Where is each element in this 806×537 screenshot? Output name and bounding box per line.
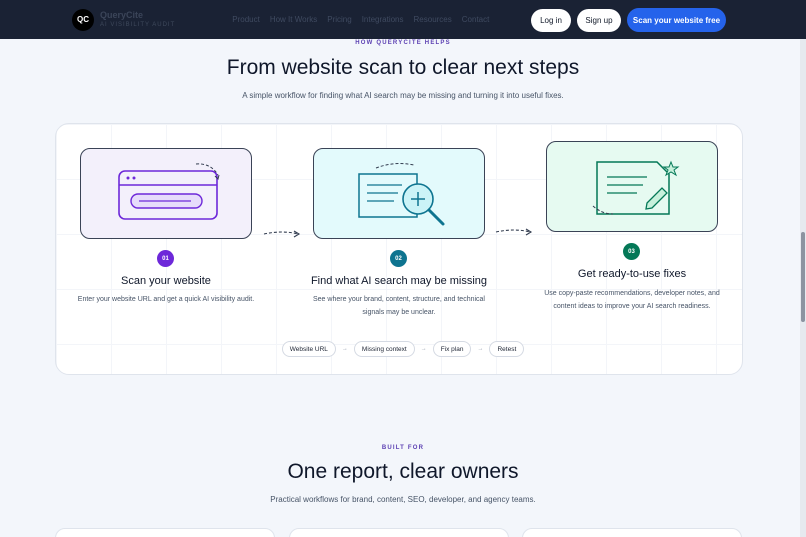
step-2-number: 02 bbox=[390, 250, 407, 267]
step-1-illustration bbox=[80, 148, 252, 239]
chip-website-url: Website URL bbox=[281, 341, 336, 357]
edit-document-icon bbox=[592, 160, 680, 215]
workflow-card: 01 02 03 Scan your website Find what AI … bbox=[55, 123, 743, 375]
nav-link-pricing[interactable]: Pricing bbox=[327, 15, 351, 24]
step-3-description: Use copy-paste recommendations, develope… bbox=[544, 290, 720, 310]
chip-separator: → bbox=[341, 346, 348, 352]
chip-missing-context: Missing context bbox=[353, 341, 415, 357]
audience-card bbox=[55, 528, 275, 537]
step-3-title: Get ready-to-use fixes bbox=[577, 268, 687, 280]
brand[interactable]: QueryCite AI VISIBILITY AUDIT bbox=[100, 10, 176, 29]
nav-link-contact[interactable]: Contact bbox=[462, 15, 490, 24]
step-1-description: Enter your website URL and get a quick A… bbox=[77, 296, 255, 303]
built-for-title: One report, clear owners bbox=[287, 460, 519, 483]
scan-website-button[interactable]: Scan your website free bbox=[627, 8, 726, 32]
how-title: From website scan to clear next steps bbox=[226, 56, 580, 79]
workflow-chips: Website URL → Missing context → Fix plan… bbox=[0, 341, 806, 357]
step-2-title: Find what AI search may be missing bbox=[310, 275, 488, 287]
nav-link-resources[interactable]: Resources bbox=[414, 15, 452, 24]
brand-tagline: AI VISIBILITY AUDIT bbox=[100, 22, 176, 28]
arrow-right-icon bbox=[263, 230, 301, 238]
chip-retest: Retest bbox=[489, 341, 525, 357]
step-3-illustration bbox=[546, 141, 718, 232]
magnify-document-icon bbox=[358, 163, 445, 226]
top-nav: QC QueryCite AI VISIBILITY AUDIT Product… bbox=[0, 0, 806, 39]
nav-actions: Log in Sign up Scan your website free bbox=[531, 8, 726, 32]
step-1-title: Scan your website bbox=[121, 275, 211, 287]
audience-card bbox=[289, 528, 509, 537]
nav-link-how-it-works[interactable]: How It Works bbox=[270, 15, 317, 24]
step-3-number: 03 bbox=[623, 243, 640, 260]
audience-card bbox=[522, 528, 742, 537]
scrollbar-track[interactable] bbox=[800, 39, 806, 537]
step-2-description: See where your brand, content, structure… bbox=[313, 296, 485, 316]
chip-separator: → bbox=[420, 346, 427, 352]
step-1-number: 01 bbox=[157, 250, 174, 267]
browser-window-icon bbox=[118, 163, 220, 220]
chip-fix-plan: Fix plan bbox=[432, 341, 472, 357]
nav-link-product[interactable]: Product bbox=[232, 15, 260, 24]
login-button[interactable]: Log in bbox=[531, 8, 571, 32]
built-for-eyebrow: BUILT FOR bbox=[381, 445, 425, 451]
logo-icon[interactable]: QC bbox=[72, 8, 94, 31]
nav-link-integrations[interactable]: Integrations bbox=[362, 15, 404, 24]
brand-name: QueryCite bbox=[100, 10, 144, 20]
step-2-illustration bbox=[313, 148, 485, 239]
chip-separator: → bbox=[477, 346, 484, 352]
signup-button[interactable]: Sign up bbox=[577, 8, 621, 32]
nav-links: Product How It Works Pricing Integration… bbox=[232, 15, 499, 24]
how-eyebrow: HOW QUERYCITE HELPS bbox=[355, 40, 451, 46]
built-for-subtitle: Practical workflows for brand, content, … bbox=[270, 495, 536, 504]
scrollbar-thumb[interactable] bbox=[801, 232, 805, 322]
arrow-right-icon bbox=[495, 228, 533, 236]
how-subtitle: A simple workflow for finding what AI se… bbox=[242, 91, 564, 100]
